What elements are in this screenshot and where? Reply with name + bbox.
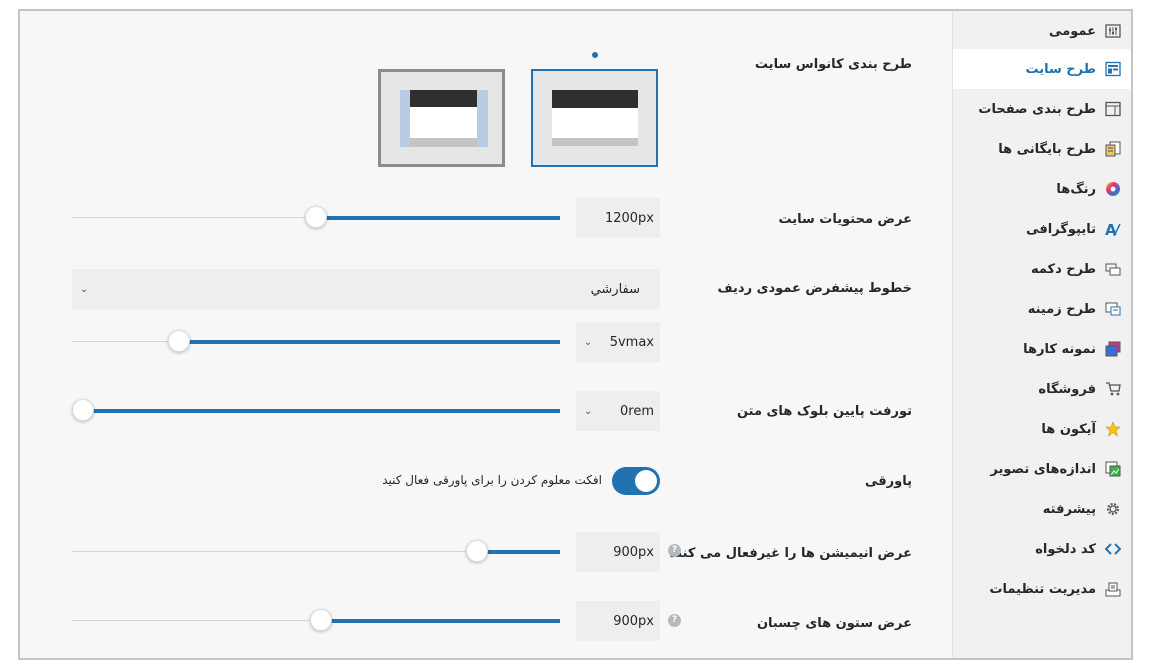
slider-thumb[interactable]	[305, 206, 327, 228]
row-padding-value: 5vmax	[609, 334, 654, 350]
animation-width-input[interactable]: 900px	[576, 532, 660, 572]
text-block-margin-value: 0rem	[620, 403, 654, 419]
sidebar-item-label: کد دلخواه	[1035, 541, 1096, 557]
sidebar-item-label: طرح سایت	[1025, 61, 1096, 77]
sidebar-item-general[interactable]: عمومی	[953, 11, 1131, 51]
sidebar-item-page-layout[interactable]: طرح بندی صفحات	[953, 89, 1131, 129]
sidebar-item-settings-management[interactable]: مدیریت تنظیمات	[953, 569, 1131, 609]
sidebar-item-button-style[interactable]: طرح دکمه	[953, 249, 1131, 289]
toggle-knob	[635, 470, 657, 492]
typography-icon: A	[1105, 221, 1121, 239]
sidebar-item-icons[interactable]: آیکون ها	[953, 409, 1131, 449]
animation-width-slider[interactable]	[72, 540, 560, 562]
row-padding-slider[interactable]	[72, 330, 560, 352]
sliders-icon	[1105, 23, 1121, 39]
sidebar-item-label: رنگ‌ها	[1056, 181, 1096, 197]
content-width-slider[interactable]	[72, 206, 560, 228]
footnotes-toggle-text: افکت معلوم کردن را برای پاورقی فعال کنید	[382, 473, 602, 487]
sidebar-item-archive-layout[interactable]: طرح بایگانی ها	[953, 129, 1131, 169]
content-width-label: عرض محتویات سایت	[778, 212, 912, 227]
sidebar-item-label: اندازه‌های تصویر	[990, 461, 1096, 477]
row-padding-label: خطوط پیشفرض عمودی ردیف	[717, 281, 912, 296]
slider-thumb[interactable]	[466, 540, 488, 562]
sidebar-item-colors[interactable]: رنگ‌ها	[953, 169, 1131, 209]
text-block-margin-label: تورفت پایین بلوک های متن	[736, 404, 912, 419]
text-block-margin-slider[interactable]	[72, 399, 560, 421]
archive-layout-icon	[1105, 141, 1121, 157]
sidebar-item-label: نمونه کارها	[1023, 341, 1096, 357]
row-padding-select[interactable]: ⌄ سفارشي	[72, 269, 660, 309]
sidebar-item-typography[interactable]: تایپوگرافی A	[953, 209, 1131, 249]
chevron-down-icon[interactable]: ⌄	[584, 337, 592, 348]
help-icon[interactable]: ?	[668, 614, 681, 627]
boxed-layout-icon	[400, 90, 488, 147]
portfolio-icon	[1105, 341, 1121, 357]
sidebar-item-label: طرح زمینه	[1027, 301, 1096, 317]
row-padding-input[interactable]: ⌄ 5vmax	[576, 322, 660, 362]
settings-panel: طرح بندی کانواس سایت عرض محتویات سایت 12…	[18, 9, 1133, 660]
sidebar-item-shop[interactable]: فروشگاه	[953, 369, 1131, 409]
text-block-margin-input[interactable]: ⌄ 0rem	[576, 391, 660, 431]
slider-fill	[316, 216, 560, 220]
sidebar-item-background[interactable]: طرح زمینه	[953, 289, 1131, 329]
slider-thumb[interactable]	[310, 609, 332, 631]
sidebar-item-site-layout[interactable]: طرح سایت	[953, 49, 1131, 89]
layout-option-full-width[interactable]	[531, 69, 658, 167]
sidebar-item-label: پیشرفته	[1042, 501, 1096, 517]
row-padding-select-value: سفارشي	[590, 281, 640, 297]
chevron-down-icon[interactable]: ⌄	[584, 406, 592, 417]
sidebar-item-label: آیکون ها	[1041, 421, 1096, 437]
sticky-width-slider[interactable]	[72, 609, 560, 631]
code-icon	[1104, 541, 1122, 557]
sidebar-item-label: طرح دکمه	[1030, 261, 1096, 277]
settings-sidebar: عمومی طرح سایت طرح بندی صفحات طرح بایگان…	[952, 11, 1131, 658]
slider-fill	[477, 550, 560, 554]
sticky-width-label: عرض ستون های چسبان	[756, 616, 912, 631]
settings-content: طرح بندی کانواس سایت عرض محتویات سایت 12…	[20, 11, 952, 658]
content-width-input[interactable]: 1200px	[576, 198, 660, 238]
background-icon	[1105, 301, 1121, 317]
sidebar-item-portfolio[interactable]: نمونه کارها	[953, 329, 1131, 369]
sticky-width-input[interactable]: 900px	[576, 601, 660, 641]
sidebar-item-image-sizes[interactable]: اندازه‌های تصویر	[953, 449, 1131, 489]
image-sizes-icon	[1105, 461, 1121, 477]
star-icon	[1105, 421, 1121, 437]
sidebar-item-advanced[interactable]: پیشرفته	[953, 489, 1131, 529]
cart-icon	[1105, 381, 1121, 397]
slider-fill	[179, 340, 560, 344]
full-width-layout-icon	[552, 90, 638, 146]
slider-fill	[321, 619, 560, 623]
page-layout-icon	[1105, 101, 1121, 117]
sidebar-item-label: عمومی	[1049, 23, 1096, 39]
sidebar-item-label: تایپوگرافی	[1026, 221, 1096, 237]
animation-width-label: عرض انیمیشن ها را غیرفعال می کنند	[669, 546, 912, 561]
selected-indicator-dot	[592, 52, 598, 58]
canvas-layout-label: طرح بندی کانواس سایت	[754, 57, 912, 72]
site-layout-icon	[1105, 61, 1121, 77]
slider-thumb[interactable]	[72, 399, 94, 421]
sidebar-item-label: طرح بایگانی ها	[998, 141, 1096, 157]
layout-option-boxed[interactable]	[378, 69, 505, 167]
slider-thumb[interactable]	[168, 330, 190, 352]
sidebar-item-label: فروشگاه	[1038, 381, 1096, 397]
button-style-icon	[1105, 261, 1121, 277]
chevron-down-icon: ⌄	[80, 283, 89, 295]
color-wheel-icon	[1105, 181, 1121, 197]
import-export-icon	[1105, 581, 1121, 597]
slider-fill	[83, 409, 560, 413]
footnotes-toggle[interactable]	[612, 467, 660, 495]
help-icon[interactable]: ?	[668, 544, 681, 557]
sidebar-item-label: مدیریت تنظیمات	[989, 581, 1096, 597]
footnotes-label: پاورقی	[865, 474, 912, 489]
gear-icon	[1105, 501, 1121, 517]
sidebar-item-label: طرح بندی صفحات	[978, 101, 1096, 117]
sidebar-item-custom-code[interactable]: کد دلخواه	[953, 529, 1131, 569]
